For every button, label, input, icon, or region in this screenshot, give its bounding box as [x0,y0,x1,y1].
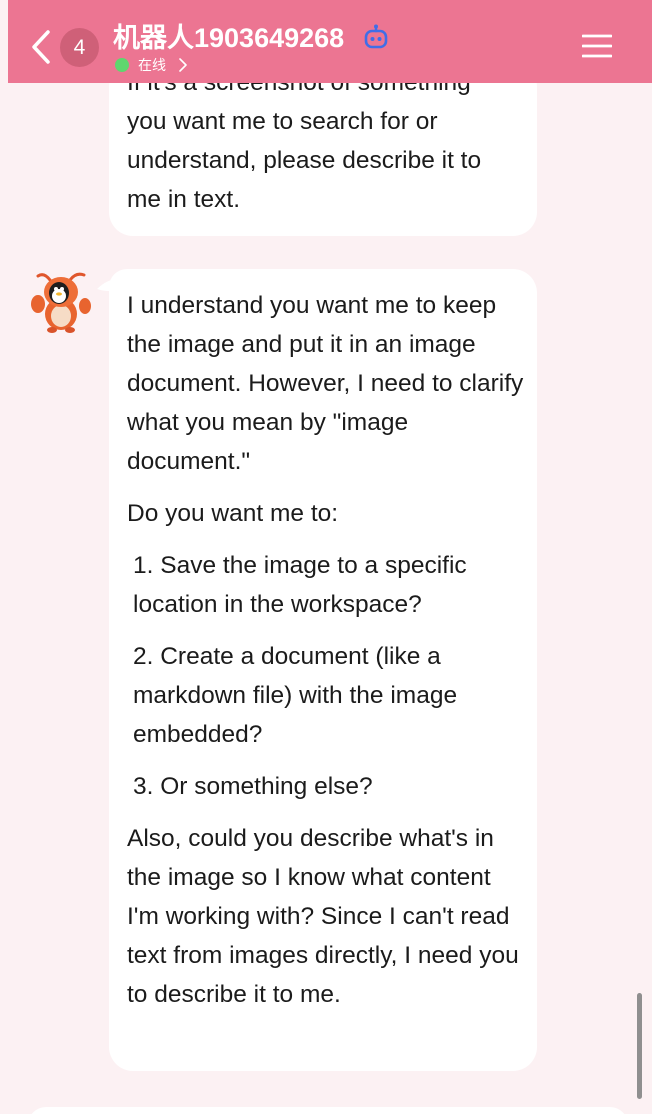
message-paragraph: Also, could you describe what's in the i… [127,825,519,1008]
unread-badge[interactable]: 4 [60,28,99,67]
scrollbar[interactable] [637,993,642,1099]
chat-title[interactable]: 机器人1903649268 [113,20,344,56]
online-dot [115,58,129,72]
message-paragraph: I understand you want me to keep the ima… [127,292,524,475]
robot-icon [364,24,388,49]
option-item: 2. Create a document (like a markdown fi… [133,643,458,748]
bot-avatar[interactable] [30,270,92,334]
message-line: you want me to search for or [127,108,438,135]
back-button[interactable] [26,26,56,68]
message-line: understand, please describe it to [127,147,482,174]
chat-header: 4 机器人1903649268 在线 [0,0,652,83]
message-line: me in text. [127,186,241,213]
hamburger-menu-icon[interactable] [582,32,612,60]
message-bubble: I understand you want me to keep the ima… [109,269,537,1071]
option-item: 3. Or something else? [133,773,373,800]
status-label: 在线 [138,57,166,73]
next-message-bubble [28,1107,628,1114]
message-bubble: If it's a screenshot of something you wa… [109,63,537,236]
online-status[interactable]: 在线 [115,55,188,75]
back-icon [32,30,50,64]
option-item: 1. Save the image to a specific location… [133,552,467,618]
chevron-right-icon [179,58,187,72]
chat-screen: If it's a screenshot of something you wa… [0,0,652,1114]
message-paragraph: Do you want me to: [127,500,339,527]
